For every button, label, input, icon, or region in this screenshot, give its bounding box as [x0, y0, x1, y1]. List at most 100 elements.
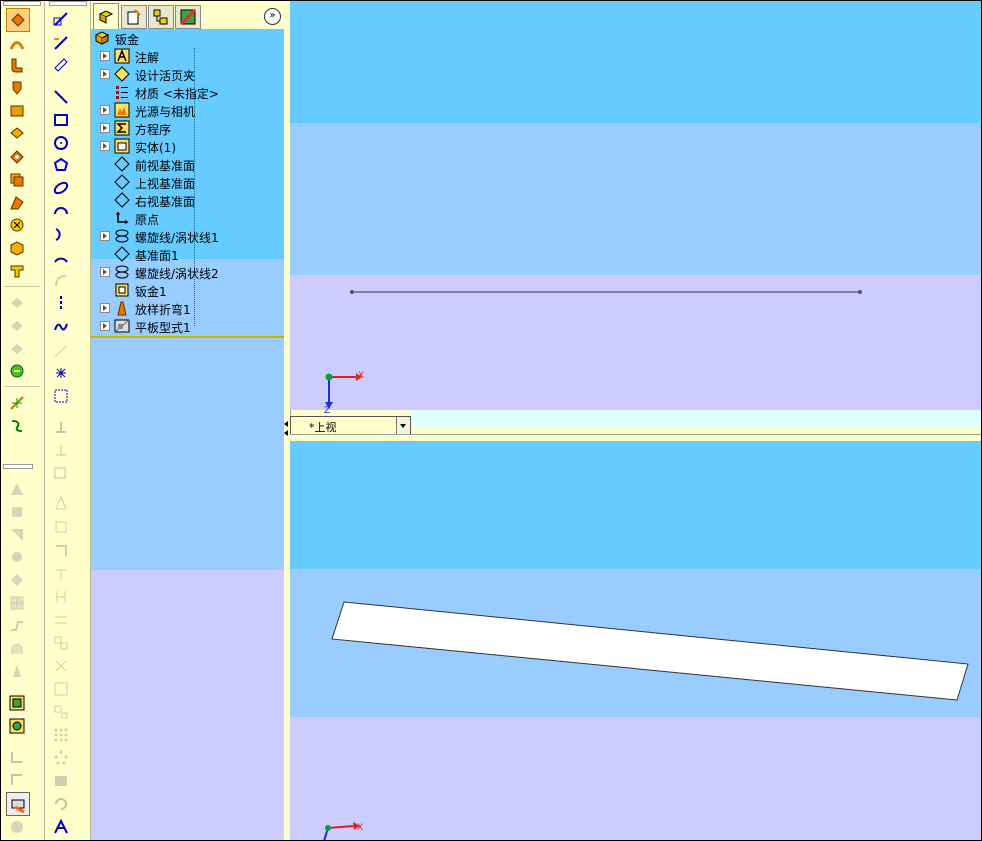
- expand-toggle[interactable]: [100, 321, 110, 331]
- expand-toggle[interactable]: [100, 141, 110, 151]
- toolbar-separator: [4, 386, 40, 387]
- tree-item-right-plane[interactable]: 右视基准面: [91, 191, 284, 209]
- viewport-top-band: [290, 0, 982, 123]
- circle-icon[interactable]: [50, 132, 72, 154]
- hem-icon[interactable]: [6, 100, 28, 122]
- expand-toggle[interactable]: [100, 123, 110, 133]
- expand-toggle[interactable]: [100, 231, 110, 241]
- tree-item-label: 注解: [135, 51, 160, 65]
- tree-item-lofted-bend-1[interactable]: 放样折弯1: [91, 299, 284, 317]
- expand-toggle[interactable]: [100, 105, 110, 115]
- tree-empty-area: [91, 570, 284, 841]
- tree-item-sheet-metal-1[interactable]: 钣金1: [91, 281, 284, 299]
- arrow-left-icon[interactable]: [284, 421, 288, 427]
- disabled-tool-icon: [50, 632, 72, 654]
- tree-item-lights-cameras[interactable]: 光源与相机: [91, 101, 284, 119]
- curves-icon[interactable]: [6, 415, 28, 437]
- sketch-endpoint[interactable]: [858, 290, 862, 294]
- toolbar-grip[interactable]: [49, 1, 87, 6]
- disabled-tool-icon: [50, 586, 72, 608]
- centerline-icon[interactable]: [50, 292, 72, 314]
- miter-flange-icon[interactable]: [6, 77, 28, 99]
- insert-bends-icon[interactable]: [6, 360, 28, 382]
- tree-item-annotations[interactable]: 注解: [91, 47, 284, 65]
- sketched-bend-icon[interactable]: [6, 146, 28, 168]
- sketch-text-icon[interactable]: [50, 816, 72, 838]
- expand-toggle[interactable]: [100, 69, 110, 79]
- expand-toggle[interactable]: [100, 267, 110, 277]
- lofted-bend-tool-icon[interactable]: [6, 192, 28, 214]
- feature-manager-tabs: »: [91, 0, 284, 30]
- tree-item-helix-2[interactable]: 螺旋线/涡状线2: [91, 263, 284, 281]
- tree-item-origin[interactable]: 原点: [91, 209, 284, 227]
- 3d-sketch-icon[interactable]: [50, 32, 72, 54]
- tab-display-manager[interactable]: [175, 5, 201, 29]
- axis-triad-bottom: [323, 822, 360, 841]
- toolbar-grip[interactable]: [3, 1, 41, 6]
- flat-pattern-tool-icon[interactable]: [6, 792, 30, 816]
- tree-item-label: 放样折弯1: [135, 303, 191, 317]
- line-icon[interactable]: [50, 86, 72, 108]
- jog-icon[interactable]: [6, 122, 28, 144]
- tab-feature-manager[interactable]: [93, 3, 119, 30]
- flat-pattern-graphics[interactable]: [290, 590, 982, 841]
- flat-sheet[interactable]: [331, 601, 969, 701]
- base-flange-icon[interactable]: [6, 8, 30, 32]
- tree-item-flat-pattern-1[interactable]: 平板型式1: [91, 317, 284, 335]
- top-view-graphics[interactable]: [290, 270, 982, 420]
- expand-panel-button[interactable]: »: [264, 8, 281, 25]
- reference-geometry-icon[interactable]: [6, 392, 28, 414]
- edge-flange-icon[interactable]: [6, 54, 28, 76]
- sketch-endpoint[interactable]: [350, 290, 354, 294]
- tree-item-top-plane[interactable]: 上视基准面: [91, 173, 284, 191]
- rip-icon[interactable]: [6, 237, 28, 259]
- tree-item-plane-1[interactable]: 基准面1: [91, 245, 284, 263]
- tab-property-manager[interactable]: [121, 5, 147, 29]
- view-selector[interactable]: *上视: [290, 416, 411, 436]
- rectangle-icon[interactable]: [50, 109, 72, 131]
- origin-icon: [113, 209, 131, 227]
- ellipse-icon[interactable]: [50, 177, 72, 199]
- tree-item-label: 平板型式1: [135, 321, 191, 335]
- point-icon[interactable]: [50, 362, 72, 384]
- text-icon[interactable]: [50, 385, 72, 407]
- tree-item-label: 螺旋线/涡状线1: [135, 231, 219, 245]
- expand-toggle[interactable]: [100, 303, 110, 313]
- expand-toggle[interactable]: [100, 51, 110, 61]
- surface-body-tool-icon[interactable]: [6, 715, 28, 737]
- spline-icon[interactable]: [50, 316, 72, 338]
- sketch-icon[interactable]: [50, 8, 72, 30]
- lofted-bend-icon: [113, 299, 131, 317]
- closed-corner-icon[interactable]: [6, 169, 28, 191]
- tree-item-solid-bodies[interactable]: 实体(1): [91, 137, 284, 155]
- plane-icon: [113, 173, 131, 191]
- disabled-tool-icon: [50, 439, 72, 461]
- toolbar-grip[interactable]: [3, 464, 33, 469]
- disabled-tool-icon: [50, 701, 72, 723]
- tree-item-design-binder[interactable]: 设计活页夹: [91, 65, 284, 83]
- partial-ellipse-icon[interactable]: [50, 200, 72, 222]
- tree-item-label: 前视基准面: [135, 159, 196, 173]
- disabled-tool-icon: [6, 569, 28, 591]
- rollback-bar[interactable]: [91, 336, 284, 338]
- chevron-down-icon[interactable]: [396, 417, 410, 435]
- disabled-tool-icon: [50, 770, 72, 792]
- tree-item-material[interactable]: 材质 <未指定>: [91, 83, 284, 101]
- arrow-left-icon[interactable]: [284, 430, 288, 436]
- view-name-label: *上视: [309, 421, 337, 434]
- solid-body-tool-icon[interactable]: [6, 692, 28, 714]
- unfold-icon[interactable]: [6, 260, 28, 282]
- tree-item-equations[interactable]: 方程序: [91, 119, 284, 137]
- polygon-icon[interactable]: [50, 154, 72, 176]
- three-point-arc-icon[interactable]: [50, 246, 72, 268]
- convert-to-sheet-metal-icon[interactable]: [6, 32, 28, 54]
- lights-cameras-icon: [113, 101, 131, 119]
- tab-configuration-manager[interactable]: [148, 5, 174, 29]
- smart-dimension-icon[interactable]: [50, 54, 72, 76]
- disabled-tool-icon: [6, 478, 28, 500]
- tree-item-front-plane[interactable]: 前视基准面: [91, 155, 284, 173]
- tree-item-helix-1[interactable]: 螺旋线/涡状线1: [91, 227, 284, 245]
- tree-root[interactable]: 钣金: [91, 29, 284, 47]
- tangent-arc-icon[interactable]: [50, 223, 72, 245]
- break-corner-icon[interactable]: [6, 214, 28, 236]
